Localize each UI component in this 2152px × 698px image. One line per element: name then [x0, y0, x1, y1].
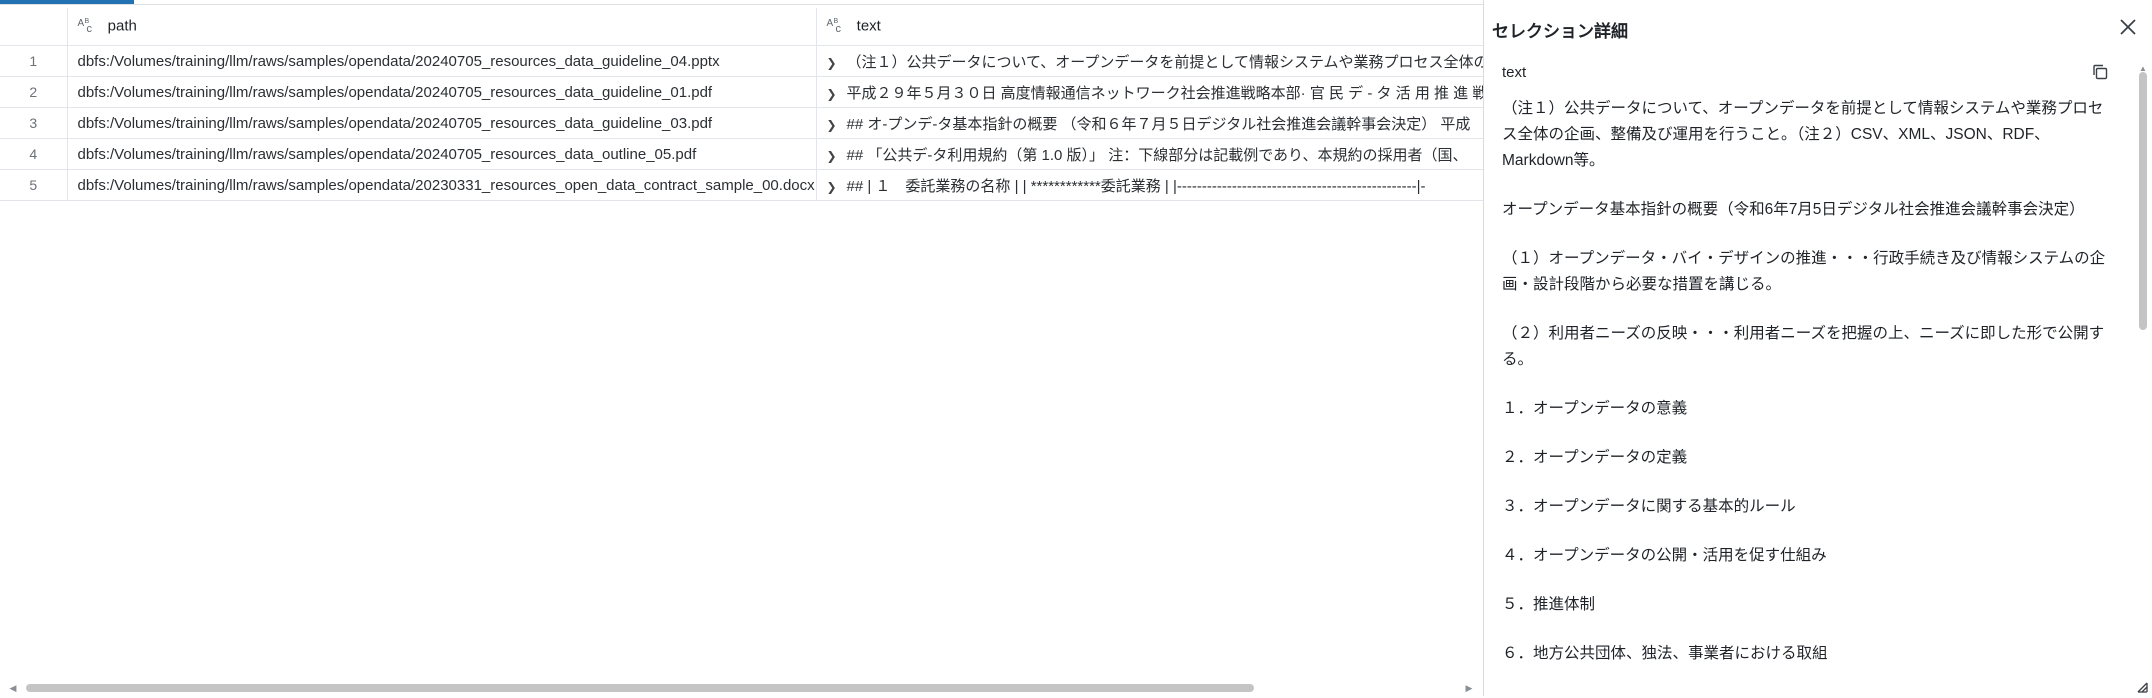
- chevron-right-icon[interactable]: ❯: [827, 149, 839, 163]
- cell-path[interactable]: dbfs:/Volumes/training/llm/raws/samples/…: [67, 138, 817, 170]
- column-header-index[interactable]: [0, 8, 68, 46]
- cell-path[interactable]: dbfs:/Volumes/training/llm/raws/samples/…: [67, 169, 817, 201]
- paragraph: ４．オープンデータの公開・活用を促す仕組み: [1502, 547, 1827, 564]
- cell-text-value: ## 「公共デ‐タ利用規約（第 1.0 版）」 注：下線部分は記載例であり、本規…: [846, 146, 1468, 164]
- table-header-row: ABc path ABc text: [0, 8, 1483, 46]
- paragraph: ５．推進体制: [1502, 596, 1596, 613]
- close-button[interactable]: [2116, 15, 2140, 39]
- cell-text[interactable]: ❯ ## | １ 委託業務の名称 | | ************委託業務 | |…: [816, 169, 1483, 201]
- cell-path[interactable]: dbfs:/Volumes/training/llm/raws/samples/…: [67, 107, 817, 139]
- row-index: 5: [0, 169, 68, 201]
- cell-text-value: （注１）公共データについて、オープンデータを前提として情報システムや業務プロセス…: [846, 53, 1483, 71]
- scroll-left-icon[interactable]: ◀: [8, 682, 18, 694]
- string-type-icon: ABc: [826, 17, 842, 35]
- field-label: text: [1502, 64, 1527, 81]
- column-label-path: path: [107, 18, 137, 36]
- table-row[interactable]: 3 dbfs:/Volumes/training/llm/raws/sample…: [0, 107, 1483, 139]
- close-icon: [2120, 19, 2136, 35]
- row-index: 2: [0, 76, 68, 108]
- paragraph: オープンデータ基本指針の概要（令和6年7月5日デジタル社会推進会議幹事会決定）: [1502, 201, 2085, 218]
- string-type-icon: ABc: [77, 17, 93, 35]
- table-row[interactable]: 1 dbfs:/Volumes/training/llm/raws/sample…: [0, 45, 1483, 77]
- results-grid: ABc path ABc text 1 dbfs:/Volumes/traini…: [0, 8, 1483, 680]
- column-header-path[interactable]: ABc path: [67, 8, 817, 46]
- panel-title: セレクション詳細: [1492, 22, 1628, 41]
- cell-text-value: ## | １ 委託業務の名称 | | ************委託業務 | |-…: [846, 177, 1426, 195]
- header-divider: [0, 4, 1483, 5]
- resize-handle[interactable]: [2134, 679, 2148, 693]
- row-index: 4: [0, 138, 68, 170]
- copy-icon: [2093, 64, 2108, 80]
- column-label-text: text: [856, 18, 881, 36]
- results-table: ABc path ABc text 1 dbfs:/Volumes/traini…: [0, 8, 1483, 201]
- chevron-right-icon[interactable]: ❯: [827, 180, 839, 194]
- table-row[interactable]: 2 dbfs:/Volumes/training/llm/raws/sample…: [0, 76, 1483, 108]
- table-row[interactable]: 4 dbfs:/Volumes/training/llm/raws/sample…: [0, 138, 1483, 170]
- cell-text[interactable]: ❯ ## オ‐プンデ‐タ基本指針の概要 （令和６年７月５日デジタル社会推進会議幹事…: [816, 107, 1483, 139]
- chevron-right-icon[interactable]: ❯: [827, 118, 839, 132]
- paragraph: ３．オープンデータに関する基本的ルール: [1502, 498, 1796, 515]
- scroll-right-icon[interactable]: ▶: [1464, 682, 1474, 694]
- paragraph: （注１）公共データについて、オープンデータを前提として情報システムや業務プロセス…: [1502, 100, 2104, 169]
- chevron-right-icon[interactable]: ❯: [827, 87, 839, 101]
- paragraph: （１）オープンデータ・バイ・デザインの推進・・・行政手続き及び情報システムの企画…: [1502, 250, 2106, 293]
- column-header-text[interactable]: ABc text: [816, 8, 1483, 46]
- cell-text[interactable]: ❯ ## 「公共デ‐タ利用規約（第 1.0 版）」 注：下線部分は記載例であり、本…: [816, 138, 1483, 170]
- cell-path[interactable]: dbfs:/Volumes/training/llm/raws/samples/…: [67, 76, 817, 108]
- cell-text-value: ## オ‐プンデ‐タ基本指針の概要 （令和６年７月５日デジタル社会推進会議幹事会…: [846, 115, 1471, 133]
- cell-text[interactable]: ❯ （注１）公共データについて、オープンデータを前提として情報システムや業務プロセ…: [816, 45, 1483, 77]
- vertical-scroll-thumb[interactable]: [2139, 72, 2147, 330]
- cell-text[interactable]: ❯ 平成２９年５月３０日 高度情報通信ネットワーク社会推進戦略本部· 官 民 デ …: [816, 76, 1483, 108]
- vertical-scrollbar[interactable]: ▲: [2138, 64, 2148, 684]
- chevron-right-icon[interactable]: ❯: [827, 56, 839, 70]
- horizontal-scroll-thumb[interactable]: [26, 684, 1254, 692]
- paragraph: ２．オープンデータの定義: [1502, 449, 1688, 466]
- copy-button[interactable]: [2090, 62, 2110, 82]
- paragraph: （２）利用者ニーズの反映・・・利用者ニーズを把握の上、ニーズに即した形で公開する…: [1502, 325, 2105, 368]
- resize-grip-icon: [2137, 682, 2148, 693]
- paragraph: １．オープンデータの意義: [1502, 400, 1688, 417]
- cell-text-value: 平成２９年５月３０日 高度情報通信ネットワーク社会推進戦略本部· 官 民 デ ‐…: [846, 84, 1483, 102]
- paragraph: ６．地方公共団体、独法、事業者における取組: [1502, 645, 1828, 662]
- selection-detail-panel: セレクション詳細 text （注１）公共データについて、オープンデータを前提とし…: [1483, 0, 2152, 696]
- cell-path[interactable]: dbfs:/Volumes/training/llm/raws/samples/…: [67, 45, 817, 77]
- horizontal-scrollbar[interactable]: ◀ ▶: [0, 680, 1483, 696]
- row-index: 3: [0, 107, 68, 139]
- table-row[interactable]: 5 dbfs:/Volumes/training/llm/raws/sample…: [0, 169, 1483, 201]
- field-value: （注１）公共データについて、オープンデータを前提として情報システムや業務プロセス…: [1502, 96, 2112, 686]
- row-index: 1: [0, 45, 68, 77]
